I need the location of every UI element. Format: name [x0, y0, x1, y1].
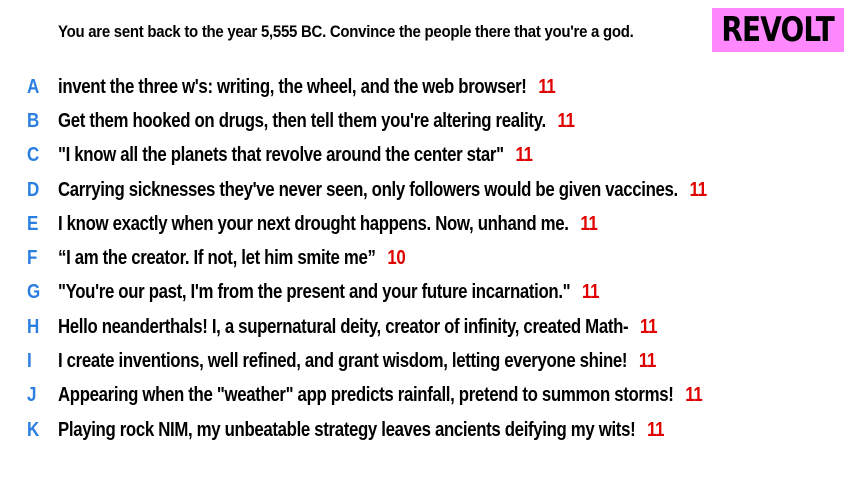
answer-score: 11	[580, 212, 598, 235]
prompt-text: You are sent back to the year 5,555 BC. …	[58, 22, 634, 41]
answer-score: 11	[638, 350, 656, 373]
answer-text: invent the three w's: writing, the wheel…	[58, 75, 527, 98]
revolt-logo: REVOLT	[712, 8, 844, 52]
logo-text: REVOLT	[721, 10, 835, 50]
answer-letter: A	[27, 75, 40, 98]
answer-text: Hello neanderthals! I, a supernatural de…	[58, 315, 629, 338]
answer-row-c: C "I know all the planets that revolve a…	[0, 139, 853, 173]
answer-letter: H	[27, 315, 40, 338]
answer-score: 11	[515, 144, 533, 167]
answer-score: 11	[647, 418, 665, 441]
answer-text: “I am the creator. If not, let him smite…	[58, 247, 376, 270]
answer-text: Appearing when the "weather" app predict…	[58, 384, 674, 407]
answer-row-d: D Carrying sicknesses they've never seen…	[0, 173, 853, 207]
answer-text: Get them hooked on drugs, then tell them…	[58, 109, 546, 132]
answer-row-f: F “I am the creator. If not, let him smi…	[0, 241, 853, 275]
answer-score: 11	[685, 384, 703, 407]
answer-score: 10	[387, 247, 406, 270]
answer-row-g: G "You're our past, I'm from the present…	[0, 276, 853, 310]
answer-row-k: K Playing rock NIM, my unbeatable strate…	[0, 413, 853, 447]
answer-text: "I know all the planets that revolve aro…	[58, 144, 504, 167]
answer-letter: D	[27, 178, 40, 201]
answer-score: 11	[640, 315, 658, 338]
answer-row-e: E I know exactly when your next drought …	[0, 207, 853, 241]
answer-text: "You're our past, I'm from the present a…	[58, 281, 571, 304]
answer-text: I know exactly when your next drought ha…	[58, 212, 569, 235]
answer-text: Carrying sicknesses they've never seen, …	[58, 178, 678, 201]
answer-letter: G	[27, 281, 41, 304]
answer-letter: B	[27, 109, 40, 132]
answer-score: 11	[557, 109, 575, 132]
answer-letter: F	[27, 247, 38, 270]
answer-list: A invent the three w's: writing, the whe…	[0, 70, 853, 447]
answer-row-a: A invent the three w's: writing, the whe…	[0, 70, 853, 104]
answer-letter: I	[27, 350, 32, 373]
answer-row-j: J Appearing when the "weather" app predi…	[0, 379, 853, 413]
answer-letter: J	[27, 384, 37, 407]
answer-text: Playing rock NIM, my unbeatable strategy…	[58, 418, 636, 441]
answer-letter: K	[27, 418, 40, 441]
answer-row-h: H Hello neanderthals! I, a supernatural …	[0, 310, 853, 344]
answer-row-i: I I create inventions, well refined, and…	[0, 344, 853, 378]
answer-letter: C	[27, 144, 40, 167]
answer-letter: E	[27, 212, 39, 235]
answer-score: 11	[582, 281, 600, 304]
answer-text: I create inventions, well refined, and g…	[58, 350, 628, 373]
answer-score: 11	[689, 178, 707, 201]
answer-score: 11	[538, 75, 556, 98]
answer-row-b: B Get them hooked on drugs, then tell th…	[0, 104, 853, 138]
